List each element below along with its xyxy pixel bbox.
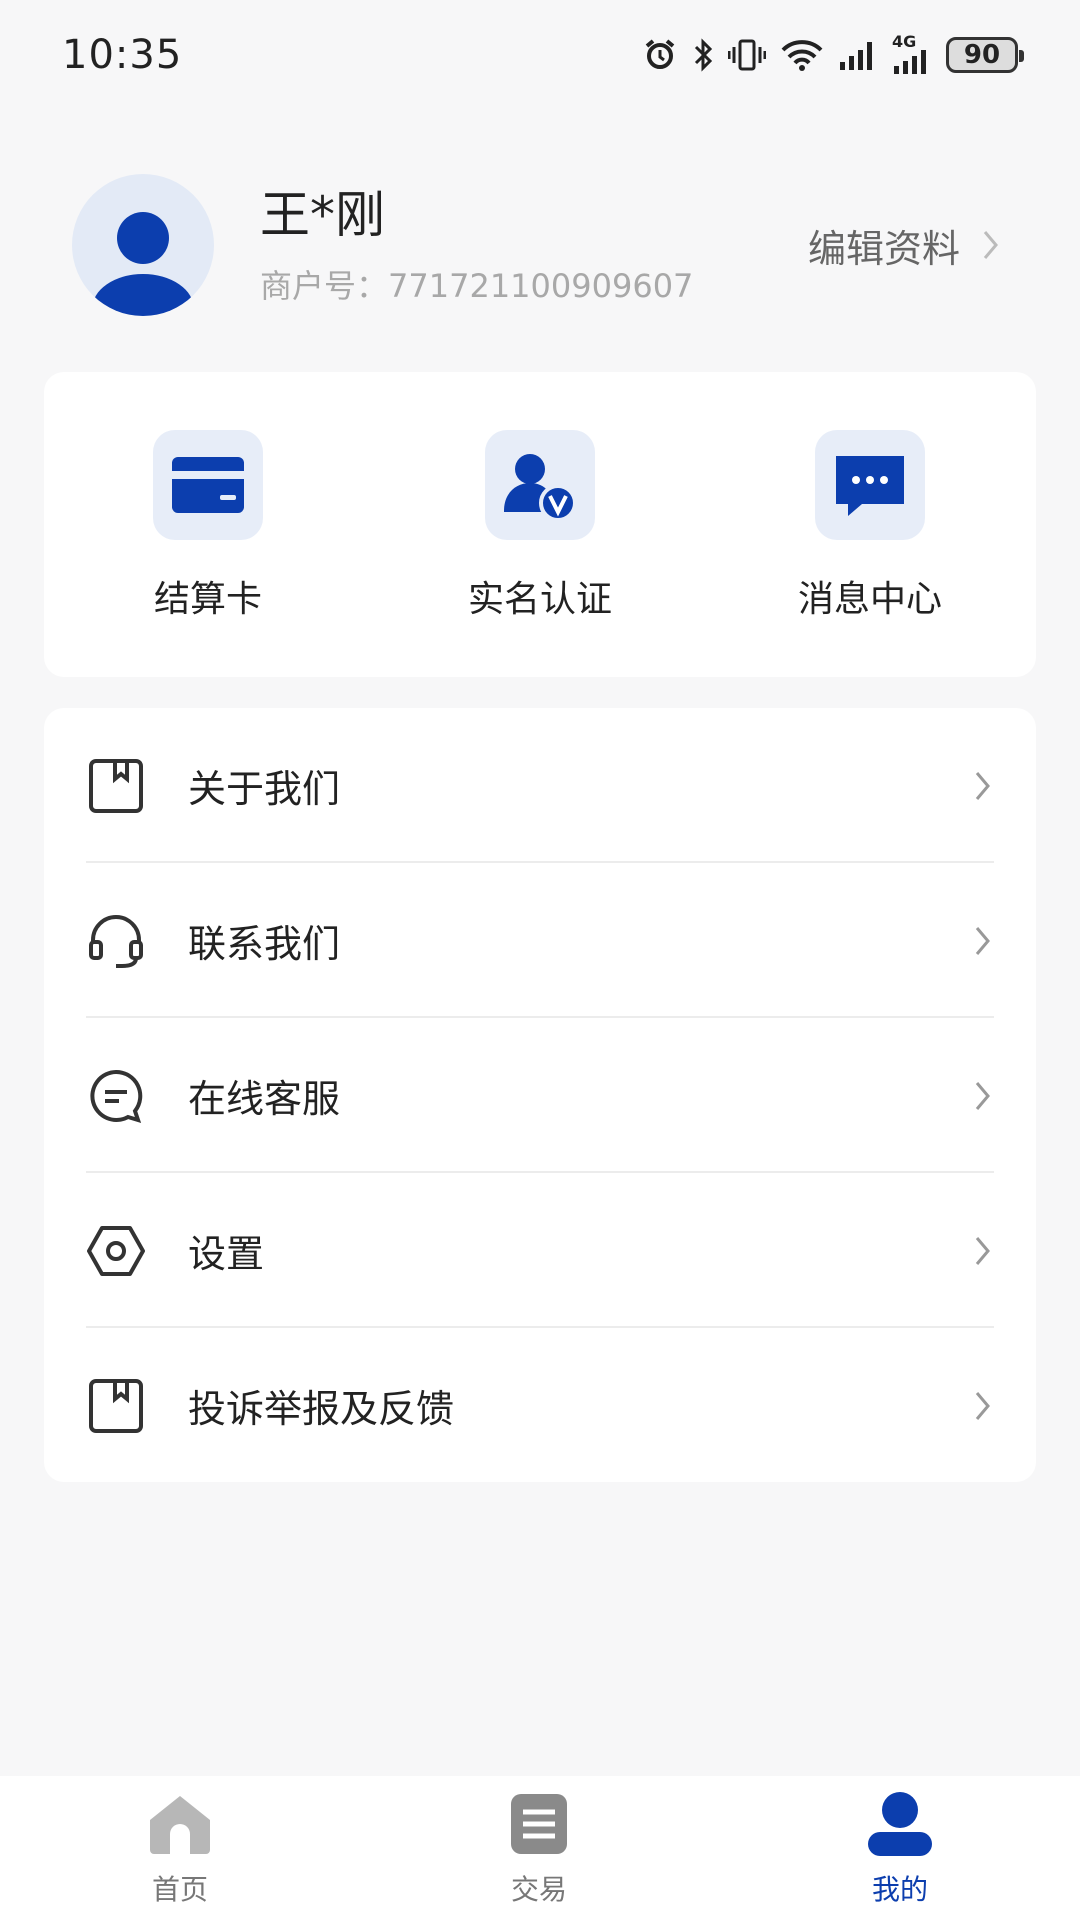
- quick-action-label: 实名认证: [467, 579, 612, 620]
- menu-item-label: 联系我们: [188, 922, 341, 966]
- merchant-id: 771721100909607: [388, 267, 694, 305]
- alarm-icon: [642, 37, 678, 73]
- menu-item-online-service[interactable]: 在线客服: [44, 1018, 1036, 1173]
- headset-icon: [86, 911, 146, 971]
- battery-icon: 90: [946, 37, 1024, 73]
- tab-label: 交易: [510, 1873, 567, 1906]
- menu-item-contact-us[interactable]: 联系我们: [44, 863, 1036, 1018]
- tab-label: 首页: [151, 1873, 208, 1906]
- quick-action-real-name[interactable]: 实名认证: [430, 430, 650, 622]
- chevron-right-icon: [975, 771, 990, 800]
- vibrate-icon: [728, 37, 766, 73]
- feedback-icon: [86, 1376, 146, 1436]
- tab-home[interactable]: 首页: [110, 1790, 250, 1908]
- menu-item-label: 设置: [188, 1232, 265, 1276]
- menu-item-about-us[interactable]: 关于我们: [44, 708, 1036, 863]
- message-icon: [815, 430, 925, 540]
- status-icons: 4G 90: [642, 34, 1024, 76]
- user-name: 王*刚: [260, 186, 385, 244]
- menu-item-feedback[interactable]: 投诉举报及反馈: [44, 1328, 1036, 1483]
- menu-list: 关于我们 联系我们 在线客服 设置 投诉举报及反馈: [44, 708, 1036, 1482]
- menu-item-label: 投诉举报及反馈: [188, 1387, 455, 1431]
- about-icon: [86, 756, 146, 816]
- edit-profile-button[interactable]: 编辑资料: [808, 218, 1000, 273]
- profile-icon: [868, 1792, 932, 1856]
- profile-info: 王*刚 商户号：771721100909607: [260, 183, 808, 307]
- chevron-right-icon: [975, 1081, 990, 1110]
- quick-actions-card: 结算卡 实名认证 消息中心: [44, 372, 1036, 677]
- chevron-right-icon: [975, 926, 990, 955]
- signal-icon: [838, 38, 878, 72]
- chevron-right-icon: [983, 231, 998, 259]
- menu-item-settings[interactable]: 设置: [44, 1173, 1036, 1328]
- chevron-right-icon: [975, 1236, 990, 1265]
- quick-action-message-center[interactable]: 消息中心: [760, 430, 980, 622]
- quick-action-settlement-card[interactable]: 结算卡: [98, 430, 318, 622]
- status-bar: 10:35 4G 90: [0, 0, 1080, 110]
- merchant-label: 商户号：: [260, 267, 389, 305]
- bluetooth-icon: [692, 37, 714, 73]
- signal-4g-icon: 4G: [892, 34, 932, 76]
- settings-icon: [86, 1221, 146, 1281]
- tab-mine[interactable]: 我的: [830, 1790, 970, 1908]
- menu-item-label: 在线客服: [188, 1077, 341, 1121]
- home-icon: [150, 1796, 210, 1854]
- bank-card-icon: [153, 430, 263, 540]
- profile-header: 王*刚 商户号：771721100909607 编辑资料: [72, 172, 1020, 318]
- menu-item-label: 关于我们: [188, 767, 341, 811]
- chat-icon: [86, 1066, 146, 1126]
- status-time: 10:35: [62, 32, 183, 78]
- transaction-icon: [511, 1794, 567, 1854]
- wifi-icon: [780, 37, 824, 73]
- tab-label: 我的: [871, 1873, 928, 1906]
- avatar[interactable]: [72, 174, 214, 316]
- merchant-number: 商户号：771721100909607: [260, 261, 808, 307]
- bottom-nav: 首页 交易 我的: [0, 1776, 1080, 1920]
- edit-profile-label: 编辑资料: [807, 226, 960, 271]
- quick-action-label: 消息中心: [797, 579, 942, 620]
- verified-user-icon: [485, 430, 595, 540]
- tab-transaction[interactable]: 交易: [469, 1790, 609, 1908]
- chevron-right-icon: [975, 1391, 990, 1420]
- quick-action-label: 结算卡: [153, 579, 262, 620]
